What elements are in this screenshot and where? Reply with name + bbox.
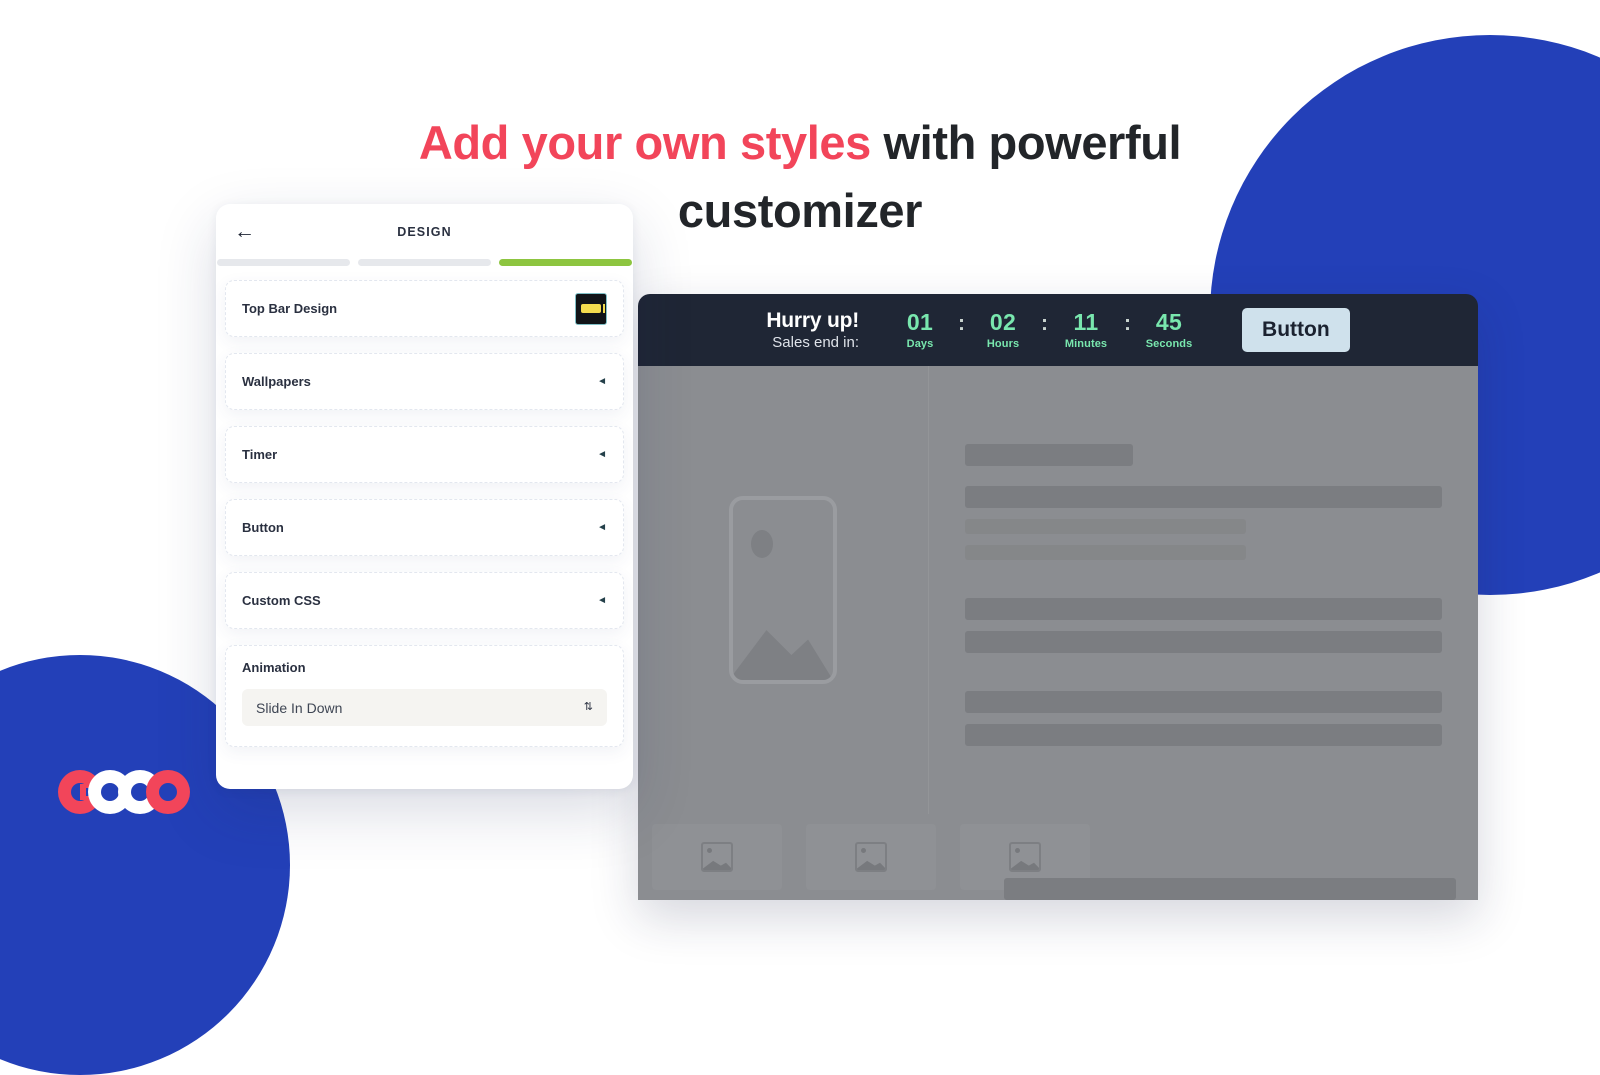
animation-select-value: Slide In Down [256, 699, 343, 716]
page-skeleton [638, 366, 1478, 900]
animation-label: Animation [242, 660, 306, 675]
thumbnail-placeholder [652, 824, 782, 890]
brand-logo-icon [58, 770, 190, 814]
customizer-sections: Top Bar Design Wallpapers ◄ Timer ◄ Butt… [216, 266, 633, 747]
skeleton-bar [965, 631, 1442, 653]
section-wallpapers[interactable]: Wallpapers ◄ [225, 353, 624, 410]
website-preview: Hurry up! Sales end in: 01 Days : 02 Hou… [638, 294, 1478, 900]
countdown-topbar: Hurry up! Sales end in: 01 Days : 02 Hou… [638, 294, 1478, 366]
countdown-unit-days: 01 Days [891, 310, 949, 349]
section-label: Top Bar Design [242, 301, 338, 316]
chevron-left-icon: ◄ [597, 375, 607, 387]
countdown-message: Hurry up! Sales end in: [766, 309, 859, 351]
countdown-separator-3: : [1124, 312, 1132, 336]
image-placeholder-icon [1009, 842, 1041, 872]
chevron-left-icon: ◄ [597, 448, 607, 460]
skeleton-bar [965, 486, 1442, 508]
countdown-hours-value: 02 [989, 309, 1017, 336]
countdown-separator-1: : [958, 312, 966, 336]
chevron-left-icon: ◄ [597, 521, 607, 533]
skeleton-bar [1004, 878, 1456, 900]
countdown-days-label: Days [906, 337, 934, 350]
section-label: Custom CSS [242, 593, 321, 608]
skeleton-bar [965, 545, 1247, 560]
section-custom-css[interactable]: Custom CSS ◄ [225, 572, 624, 629]
progress-step-2[interactable] [358, 259, 491, 266]
countdown-minutes-value: 11 [1073, 309, 1099, 336]
image-placeholder-mountain [857, 860, 885, 870]
skeleton-bar [965, 598, 1442, 620]
section-label: Button [242, 520, 284, 535]
countdown-unit-minutes: 11 Minutes [1057, 310, 1115, 349]
skeleton-bar [965, 519, 1247, 534]
countdown-unit-hours: 02 Hours [974, 310, 1032, 349]
image-placeholder-icon [729, 496, 837, 684]
brand-logo [52, 768, 232, 816]
section-label: Timer [242, 447, 278, 462]
countdown-seconds-label: Seconds [1145, 337, 1193, 350]
page-skeleton-right-column [929, 366, 1478, 814]
skeleton-bar [965, 444, 1133, 466]
image-placeholder-mountain [733, 630, 833, 680]
image-placeholder-mountain [1011, 860, 1039, 870]
thumbnail-placeholder [806, 824, 936, 890]
section-timer[interactable]: Timer ◄ [225, 426, 624, 483]
countdown-subline: Sales end in: [772, 333, 860, 351]
customizer-panel: ← DESIGN Top Bar Design Wallpapers ◄ Tim… [216, 204, 633, 789]
progress-step-3[interactable] [499, 259, 632, 266]
top-bar-preview-thumbnail-icon[interactable] [575, 292, 607, 325]
animation-select[interactable]: Slide In Down ⇅ [242, 689, 607, 726]
image-placeholder-sun [707, 848, 712, 853]
image-placeholder-sun [1015, 848, 1020, 853]
countdown-minutes-label: Minutes [1064, 337, 1108, 350]
countdown-cta-button[interactable]: Button [1242, 308, 1350, 352]
customizer-header: ← DESIGN [216, 204, 633, 259]
countdown-seconds-value: 45 [1155, 309, 1183, 336]
countdown-separator-2: : [1041, 312, 1049, 336]
progress-step-1[interactable] [217, 259, 350, 266]
page-title-accent: Add your own styles [418, 116, 871, 170]
stepper-updown-icon: ⇅ [583, 701, 593, 713]
section-animation: Animation Slide In Down ⇅ [225, 645, 624, 747]
back-arrow-icon[interactable]: ← [234, 221, 255, 242]
section-label: Wallpapers [242, 374, 311, 389]
skeleton-bar [965, 691, 1442, 713]
section-button[interactable]: Button ◄ [225, 499, 624, 556]
skeleton-bar [965, 724, 1442, 746]
image-placeholder-sun [751, 530, 773, 558]
countdown-days-value: 01 [906, 309, 934, 336]
countdown-unit-seconds: 45 Seconds [1140, 310, 1198, 349]
progress-steps [216, 259, 633, 266]
chevron-left-icon: ◄ [597, 594, 607, 606]
customizer-title: DESIGN [397, 224, 452, 239]
image-placeholder-sun [861, 848, 866, 853]
top-bar-preview-bar [581, 304, 605, 313]
page-skeleton-columns [638, 366, 1478, 814]
section-top-bar-design[interactable]: Top Bar Design [225, 280, 624, 337]
page-skeleton-left-column [638, 366, 929, 814]
image-placeholder-icon [855, 842, 887, 872]
image-placeholder-icon [701, 842, 733, 872]
countdown-headline: Hurry up! [766, 308, 860, 332]
countdown-hours-label: Hours [986, 337, 1020, 350]
countdown-clock: 01 Days : 02 Hours : 11 Minutes : 45 Sec… [891, 310, 1198, 349]
image-placeholder-mountain [703, 860, 731, 870]
